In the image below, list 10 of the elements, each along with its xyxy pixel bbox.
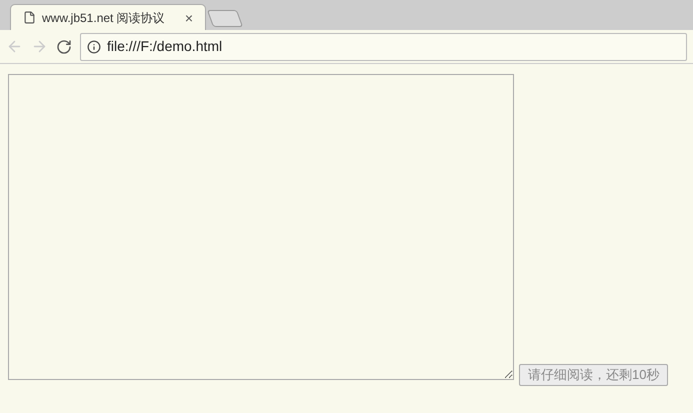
- address-bar[interactable]: file:///F:/demo.html: [80, 32, 687, 60]
- tab-title: www.jb51.net 阅读协议: [42, 10, 166, 26]
- reload-icon[interactable]: [56, 38, 72, 54]
- close-button[interactable]: ×: [184, 10, 193, 24]
- info-icon: [87, 40, 101, 54]
- page-icon: [23, 11, 36, 24]
- browser-tab[interactable]: www.jb51.net 阅读协议 ×: [10, 4, 206, 30]
- url-text: file:///F:/demo.html: [107, 37, 222, 56]
- new-tab-button[interactable]: [206, 10, 244, 27]
- text-area[interactable]: [8, 74, 514, 380]
